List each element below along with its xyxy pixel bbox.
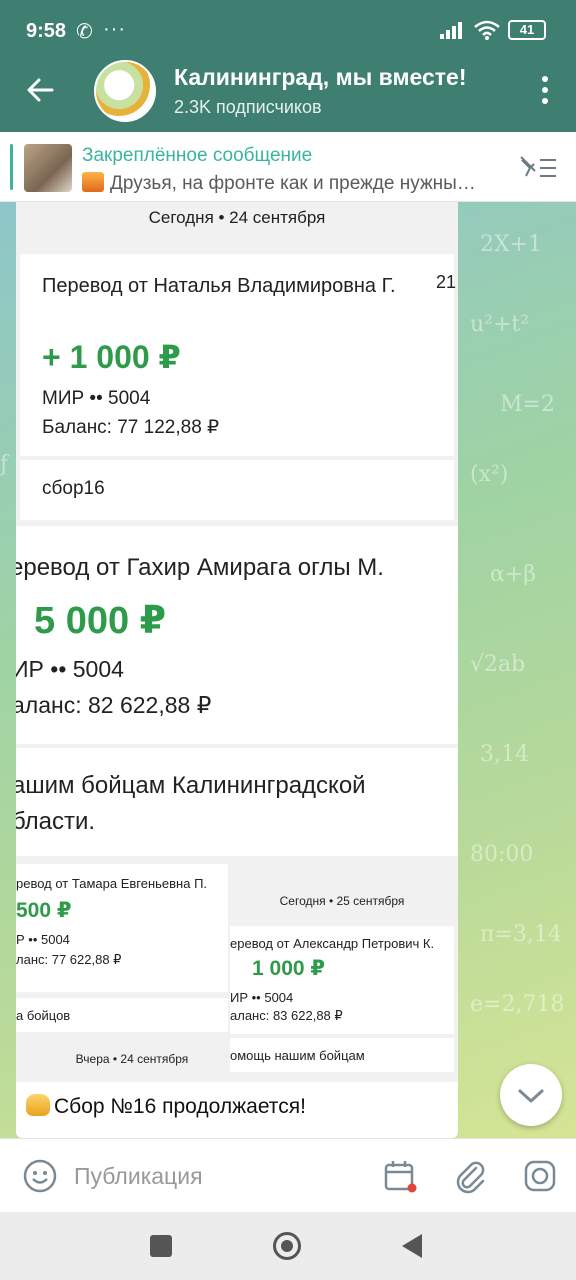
transaction-comment-card: а бойцов xyxy=(16,998,228,1032)
card-number: ИР •• 5004 xyxy=(230,990,294,1005)
message-input[interactable]: Публикация xyxy=(74,1163,203,1190)
card-number: МИР •• 5004 xyxy=(42,388,151,409)
transaction-amount: + 1 000 ₽ xyxy=(42,339,181,375)
transaction-sender: еревод от Гахир Амирага оглы М. xyxy=(16,554,384,581)
transaction-amount-value: 5 000 ₽ xyxy=(34,600,167,642)
transaction-sender: Перевод от Наталья Владимировна Г. xyxy=(42,275,396,297)
emoji-icon[interactable] xyxy=(22,1158,58,1194)
pinned-thumbnail xyxy=(24,144,72,192)
transaction-card: ревод от Тамара Евгеньевна П. 500 ₽ Р ••… xyxy=(16,864,228,992)
app-header: 9:58 ✆ ··· 41 Калининград, мы вместе! 2.… xyxy=(0,0,576,132)
transaction-amount: 5 000 ₽ xyxy=(34,598,166,643)
channel-post[interactable]: Сегодня • 24 сентября Перевод от Наталья… xyxy=(16,202,458,1138)
pinned-title: Закреплённое сообщение xyxy=(82,145,313,166)
pinned-message-bar[interactable]: Закреплённое сообщение Друзья, на фронте… xyxy=(0,132,576,202)
signal-icon xyxy=(440,21,466,39)
paperclip-icon[interactable] xyxy=(452,1158,488,1194)
scroll-down-button[interactable] xyxy=(500,1064,562,1126)
message-composer: Публикация xyxy=(0,1138,576,1212)
transaction-card: еревод от Александр Петрович К. 1 000 ₽ … xyxy=(230,926,454,1034)
home-button[interactable] xyxy=(273,1232,301,1260)
status-bar: 9:58 ✆ ··· 41 xyxy=(0,0,576,60)
pinned-indicator xyxy=(10,144,13,190)
unpin-list-icon[interactable] xyxy=(518,154,558,182)
date-header: Вчера • 24 сентября xyxy=(36,1042,228,1076)
card-number: Р •• 5004 xyxy=(16,932,70,947)
balance: ланс: 77 622,88 ₽ xyxy=(16,952,122,967)
back-button[interactable] xyxy=(402,1234,422,1258)
post-caption: Сбор №16 продолжается! xyxy=(26,1094,306,1119)
transaction-card: Перевод от Наталья Владимировна Г. 21 + … xyxy=(20,254,456,456)
date-header: Сегодня • 25 сентября xyxy=(230,882,454,920)
balance: аланс: 83 622,88 ₽ xyxy=(230,1008,343,1023)
recents-button[interactable] xyxy=(150,1235,172,1257)
card-number: ИР •• 5004 xyxy=(16,656,124,682)
transaction-comment: а бойцов xyxy=(16,1008,71,1023)
transaction-comment: омощь нашим бойцам xyxy=(230,1048,365,1063)
chat-background: 2X+1 u²+t² M=2 (x²) α+β √2ab 3,14 80:00 … xyxy=(0,202,576,1138)
transaction-amount: 500 ₽ xyxy=(16,899,72,922)
transaction-sender: еревод от Александр Петрович К. xyxy=(230,936,435,951)
post-caption-text: Сбор №16 продолжается! xyxy=(54,1095,306,1118)
instagram-camera-icon[interactable] xyxy=(522,1158,558,1194)
date-header: Сегодня • 24 сентября xyxy=(16,202,458,246)
status-icons: 41 xyxy=(440,20,546,40)
transaction-time: 21 xyxy=(435,272,456,292)
status-time: 9:58 xyxy=(26,20,67,42)
post-image[interactable]: Сегодня • 24 сентября Перевод от Наталья… xyxy=(16,202,458,1082)
transaction-sender: ревод от Тамара Евгеньевна П. xyxy=(16,876,208,891)
transaction-card: еревод от Гахир Амирага оглы М. 5 000 ₽ … xyxy=(16,526,458,744)
transaction-amount: 1 000 ₽ xyxy=(252,957,325,980)
wifi-icon xyxy=(474,20,500,40)
praying-hands-emoji-icon xyxy=(26,1094,50,1116)
more-vert-icon[interactable] xyxy=(542,76,550,104)
balance: Баланс: 77 122,88 ₽ xyxy=(42,417,220,438)
channel-title[interactable]: Калининград, мы вместе! xyxy=(174,64,504,91)
transaction-comment-card: сбор16 xyxy=(20,460,454,520)
arrow-left-icon[interactable] xyxy=(24,72,56,108)
transaction-comment-card: омощь нашим бойцам xyxy=(230,1038,454,1072)
pinned-preview: Друзья, на фронте как и прежде нужны… xyxy=(82,172,514,195)
system-nav-bar xyxy=(0,1212,576,1280)
chevron-down-icon xyxy=(518,1089,544,1103)
balance: аланс: 82 622,88 ₽ xyxy=(16,692,212,718)
channel-avatar[interactable] xyxy=(94,60,156,122)
calendar-icon[interactable] xyxy=(382,1158,418,1194)
battery-icon: 41 xyxy=(508,20,546,40)
fire-emoji-icon xyxy=(82,172,104,192)
missed-call-icon: ✆ xyxy=(76,21,93,43)
transaction-comment-card: ашим бойцам Калининградской бласти. xyxy=(16,748,458,856)
transaction-comment: ашим бойцам Калининградской бласти. xyxy=(16,772,366,835)
transaction-comment: сбор16 xyxy=(42,478,105,499)
more-notifications-icon: ··· xyxy=(103,18,126,40)
subscriber-count[interactable]: 2.3K подписчиков xyxy=(174,97,322,118)
pinned-preview-text: Друзья, на фронте как и прежде нужны… xyxy=(110,173,476,194)
